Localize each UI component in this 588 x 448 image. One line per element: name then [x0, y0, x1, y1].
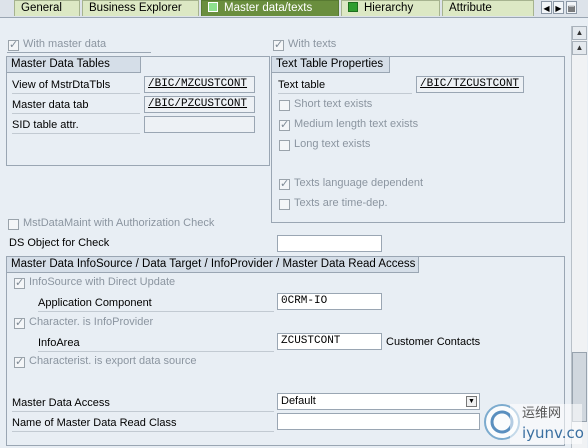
text-table-field: /BIC/TZCUSTCONT [416, 76, 524, 93]
short-text-exists-checkbox[interactable] [279, 100, 290, 111]
app-component-label: Application Component [38, 294, 274, 312]
status-indicator-icon [208, 2, 218, 12]
export-datasource-checkbox[interactable] [14, 355, 25, 368]
is-infoprovider-checkbox[interactable] [14, 316, 25, 329]
with-master-data-label: With master data [23, 38, 107, 50]
auth-check-label: MstDataMaint with Authorization Check [23, 217, 215, 229]
status-indicator-icon [348, 2, 358, 12]
with-texts-label: With texts [288, 38, 337, 50]
texts-language-dependent-checkbox[interactable] [279, 177, 290, 190]
direct-update-label: InfoSource with Direct Update [29, 276, 176, 288]
watermark-logo: 运维网 iyunv.com [484, 404, 584, 444]
tab-scroll-left-button[interactable]: ◀ [541, 1, 552, 14]
master-data-tab-field: /BIC/PZCUSTCONT [144, 96, 255, 113]
view-mstrdtatbls-label: View of MstrDtaTbls [12, 76, 140, 94]
infoarea-description: Customer Contacts [386, 336, 481, 348]
read-class-label: Name of Master Data Read Class [12, 414, 274, 432]
watermark-line1: 运维网 [522, 406, 561, 421]
texts-time-dep-checkbox[interactable] [279, 199, 290, 210]
vertical-scrollbar[interactable]: ▲ ▲ [571, 26, 587, 448]
texts-time-dep-label: Texts are time-dep. [294, 197, 388, 209]
tab-master-data-texts[interactable]: Master data/texts [201, 0, 339, 16]
divider [7, 52, 151, 53]
medium-text-exists-label: Medium length text exists [294, 118, 419, 130]
app-component-field[interactable]: 0CRM-IO [277, 293, 382, 310]
infoarea-field[interactable]: ZCUSTCONT [277, 333, 382, 350]
export-datasource-label: Characterist. is export data source [29, 355, 197, 367]
tab-list-button[interactable]: ▤ [566, 1, 577, 14]
direct-update-checkbox[interactable] [14, 276, 25, 289]
ds-object-field[interactable] [277, 235, 382, 252]
tab-general[interactable]: General [14, 0, 80, 16]
short-text-exists-label: Short text exists [294, 98, 373, 110]
tab-scroll-right-button[interactable]: ▶ [553, 1, 564, 14]
watermark-line2: iyunv.com [522, 424, 584, 442]
tab-hierarchy[interactable]: Hierarchy [341, 0, 440, 16]
md-access-label: Master Data Access [12, 394, 274, 412]
with-texts-checkbox[interactable] [273, 38, 284, 51]
dropdown-arrow-icon[interactable]: ▼ [466, 396, 477, 407]
texts-language-dependent-label: Texts language dependent [294, 177, 424, 189]
scroll-up-page-icon[interactable]: ▲ [572, 41, 587, 55]
long-text-exists-label: Long text exists [294, 138, 371, 150]
infoarea-label: InfoArea [38, 334, 274, 352]
master-data-tab-label: Master data tab [12, 96, 140, 114]
text-table-label: Text table [278, 76, 412, 94]
tab-strip: General Business Explorer Master data/te… [0, 0, 588, 18]
ds-object-label: DS Object for Check [9, 237, 110, 249]
auth-check-checkbox[interactable] [8, 219, 19, 230]
read-class-field[interactable] [277, 413, 480, 430]
scroll-up-icon[interactable]: ▲ [572, 26, 587, 40]
md-access-dropdown[interactable]: Default ▼ [277, 393, 480, 410]
is-infoprovider-label: Character. is InfoProvider [29, 316, 154, 328]
tab-attribute[interactable]: Attribute [442, 0, 534, 16]
sid-table-attr-field [144, 116, 255, 133]
master-data-tables-title: Master Data Tables [6, 56, 141, 73]
with-master-data-checkbox[interactable] [8, 38, 19, 51]
long-text-exists-checkbox[interactable] [279, 140, 290, 151]
view-mstrdtatbls-field: /BIC/MZCUSTCONT [144, 76, 255, 93]
medium-text-exists-checkbox[interactable] [279, 118, 290, 131]
tab-business-explorer[interactable]: Business Explorer [82, 0, 199, 16]
infosource-title: Master Data InfoSource / Data Target / I… [6, 256, 419, 273]
sid-table-attr-label: SID table attr. [12, 116, 140, 134]
text-table-properties-title: Text Table Properties [271, 56, 390, 73]
